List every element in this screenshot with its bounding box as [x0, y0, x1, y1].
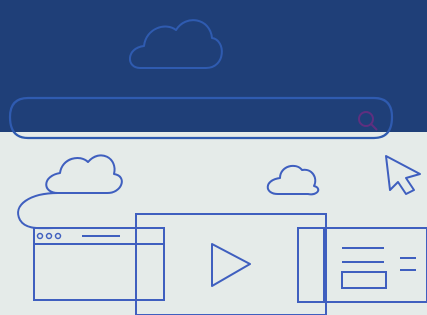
line-art: [0, 0, 427, 315]
illustration-canvas: [0, 0, 427, 315]
